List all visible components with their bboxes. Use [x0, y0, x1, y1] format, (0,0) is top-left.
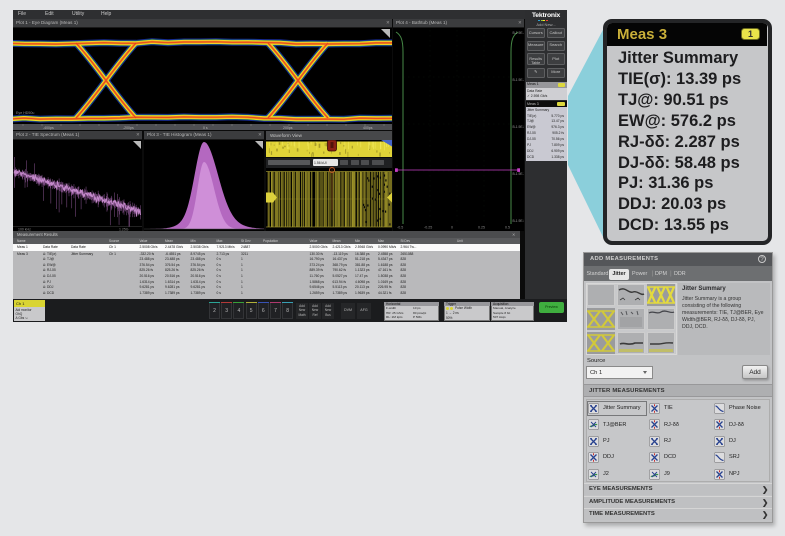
svg-text:400ps: 400ps [363, 126, 373, 130]
svg-text:B-1.9E-9: B-1.9E-9 [513, 219, 525, 223]
svg-text:B-1.9E-7: B-1.9E-7 [513, 172, 525, 176]
svg-text:0 s: 0 s [203, 126, 208, 130]
svg-text:-0.5: -0.5 [397, 226, 403, 230]
svg-text:0.5: 0.5 [505, 226, 510, 230]
svg-text:B-1.9E-1: B-1.9E-1 [513, 31, 525, 35]
svg-text:0.25: 0.25 [478, 226, 485, 230]
svg-text:-200ps: -200ps [123, 126, 134, 130]
svg-text:B-1.9E-5: B-1.9E-5 [513, 125, 525, 129]
svg-text:0: 0 [451, 226, 453, 230]
svg-text:B-1.9E-3: B-1.9E-3 [513, 78, 525, 82]
svg-text:-0.25: -0.25 [424, 226, 432, 230]
svg-text:-400ps: -400ps [43, 126, 54, 130]
svg-text:200ps: 200ps [283, 126, 293, 130]
svg-text:Eye HD50u: Eye HD50u [16, 111, 34, 115]
